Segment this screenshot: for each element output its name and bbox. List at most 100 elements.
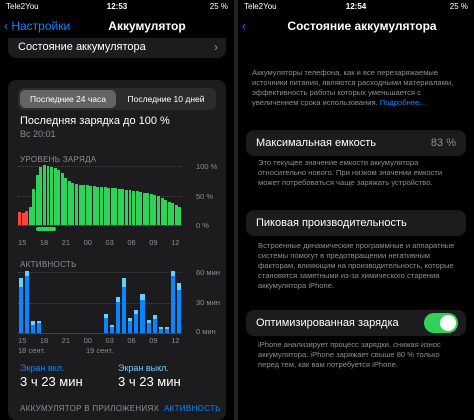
level-xtick: 21 bbox=[61, 238, 71, 247]
level-bar bbox=[21, 213, 25, 225]
page-title: Состояние аккумулятора bbox=[287, 19, 437, 33]
level-bar bbox=[135, 191, 139, 225]
level-bar bbox=[146, 193, 150, 225]
activity-bar-screen-on bbox=[104, 317, 109, 333]
level-xtick: 18 bbox=[39, 238, 49, 247]
level-bar bbox=[85, 185, 89, 225]
activity-xtick: 12 bbox=[171, 336, 180, 345]
activity-bar-screen-on bbox=[158, 328, 163, 333]
period-segmented-control[interactable]: Последние 24 часа Последние 10 дней bbox=[18, 88, 216, 110]
screen-off-value: 3 ч 23 мин bbox=[118, 374, 181, 389]
peak-performance-row: Пиковая производительность bbox=[246, 210, 466, 236]
activity-ytick-30: 30 мин bbox=[196, 298, 220, 307]
activity-label: АКТИВНОСТЬ bbox=[20, 260, 77, 269]
activity-bar-screen-off bbox=[152, 315, 157, 319]
battery-screen: Tele2You 12:53 25 % ‹ Настройки Аккумуля… bbox=[0, 0, 234, 420]
screen-on-label: Экран вкл. bbox=[20, 363, 65, 373]
level-bar bbox=[164, 199, 168, 225]
battery-percent: 25 % bbox=[209, 2, 228, 11]
activity-bar-screen-off bbox=[37, 320, 42, 323]
intro-text: Аккумуляторы телефона, как и все перезар… bbox=[252, 68, 466, 108]
level-bar bbox=[178, 207, 182, 225]
activity-chart bbox=[18, 271, 182, 334]
level-bar bbox=[92, 186, 96, 225]
level-bar bbox=[28, 207, 32, 225]
segment-24h[interactable]: Последние 24 часа bbox=[20, 90, 116, 108]
date-label-18: 18 сент. bbox=[18, 346, 46, 355]
activity-bar-screen-off bbox=[140, 293, 145, 300]
status-time: 12:54 bbox=[345, 2, 367, 11]
activity-bar-screen-off bbox=[122, 278, 127, 287]
activity-bar-screen-on bbox=[110, 326, 115, 333]
activity-xtick: 18 bbox=[39, 336, 49, 345]
activity-bar-screen-on bbox=[152, 318, 157, 333]
back-chevron-icon[interactable]: ‹ bbox=[242, 19, 246, 33]
level-bar bbox=[174, 205, 178, 225]
optimized-charging-toggle[interactable] bbox=[424, 313, 458, 333]
max-capacity-value: 83 % bbox=[430, 137, 456, 149]
level-xtick: 12 bbox=[171, 238, 180, 247]
level-bar bbox=[67, 181, 71, 225]
page-title: Аккумулятор bbox=[108, 19, 186, 33]
level-xtick: 06 bbox=[127, 238, 136, 247]
level-bar bbox=[89, 186, 93, 225]
level-bar bbox=[64, 178, 68, 225]
level-xtick: 00 bbox=[83, 238, 92, 247]
activity-xtick: 06 bbox=[127, 336, 136, 345]
level-bar bbox=[35, 174, 39, 225]
charging-indicator bbox=[36, 227, 56, 231]
level-bar bbox=[121, 189, 125, 225]
max-capacity-label: Максимальная емкость bbox=[256, 137, 377, 149]
battery-health-row[interactable]: Состояние аккумулятора › bbox=[8, 38, 226, 58]
activity-xtick: 03 bbox=[105, 336, 114, 345]
activity-bar-screen-on bbox=[176, 289, 181, 333]
level-bar bbox=[103, 187, 107, 225]
activity-xtick: 00 bbox=[83, 336, 92, 345]
learn-more-link[interactable]: Подробнее… bbox=[380, 98, 427, 107]
chevron-right-icon: › bbox=[214, 40, 218, 54]
level-bar bbox=[107, 187, 111, 225]
level-bar bbox=[157, 196, 160, 225]
level-ytick-100: 100 % bbox=[196, 162, 218, 171]
activity-xtick: 21 bbox=[61, 336, 71, 345]
activity-bar-screen-off bbox=[104, 314, 109, 318]
level-bar bbox=[100, 186, 103, 225]
last-charge-title: Последняя зарядка до 100 % bbox=[20, 115, 170, 127]
level-bar bbox=[142, 192, 146, 225]
battery-level-label: УРОВЕНЬ ЗАРЯДА bbox=[20, 155, 97, 164]
activity-bar-screen-on bbox=[19, 286, 24, 333]
activity-bar-screen-on bbox=[25, 276, 30, 333]
level-bar bbox=[110, 187, 114, 225]
optimized-charging-label: Оптимизированная зарядка bbox=[256, 317, 399, 329]
max-capacity-row: Максимальная емкость 83 % bbox=[246, 130, 466, 156]
segment-10d[interactable]: Последние 10 дней bbox=[118, 90, 214, 108]
level-bar bbox=[57, 170, 61, 225]
level-bar bbox=[25, 210, 29, 225]
level-bar bbox=[75, 184, 78, 225]
status-bar: Tele2You 12:53 25 % bbox=[0, 0, 234, 12]
activity-xtick: 09 bbox=[149, 336, 158, 345]
level-bar bbox=[128, 190, 132, 225]
level-bar bbox=[71, 183, 75, 225]
activity-bar-screen-off bbox=[116, 296, 121, 302]
status-time: 12:53 bbox=[106, 2, 128, 11]
nav-bar: ‹ Состояние аккумулятора bbox=[238, 14, 474, 38]
level-bar bbox=[46, 165, 50, 225]
activity-bar-screen-off bbox=[128, 317, 133, 321]
activity-bar-screen-off bbox=[19, 278, 24, 287]
activity-toggle-link[interactable]: АКТИВНОСТЬ bbox=[164, 404, 221, 413]
activity-bar-screen-off bbox=[31, 320, 36, 325]
screen-on-value: 3 ч 23 мин bbox=[20, 374, 83, 389]
level-bar bbox=[78, 184, 82, 225]
activity-xtick: 15 bbox=[18, 336, 27, 345]
level-xtick: 09 bbox=[149, 238, 158, 247]
activity-bar-screen-off bbox=[25, 271, 30, 277]
activity-bar-screen-on bbox=[31, 324, 36, 333]
activity-bar-screen-on bbox=[122, 286, 127, 333]
screen-off-label: Экран выкл. bbox=[118, 363, 169, 373]
level-bar bbox=[96, 186, 100, 225]
level-bar bbox=[53, 168, 57, 225]
battery-level-chart bbox=[18, 165, 182, 226]
activity-bar-screen-on bbox=[170, 276, 175, 333]
optimized-charging-row: Оптимизированная зарядка bbox=[246, 310, 466, 336]
